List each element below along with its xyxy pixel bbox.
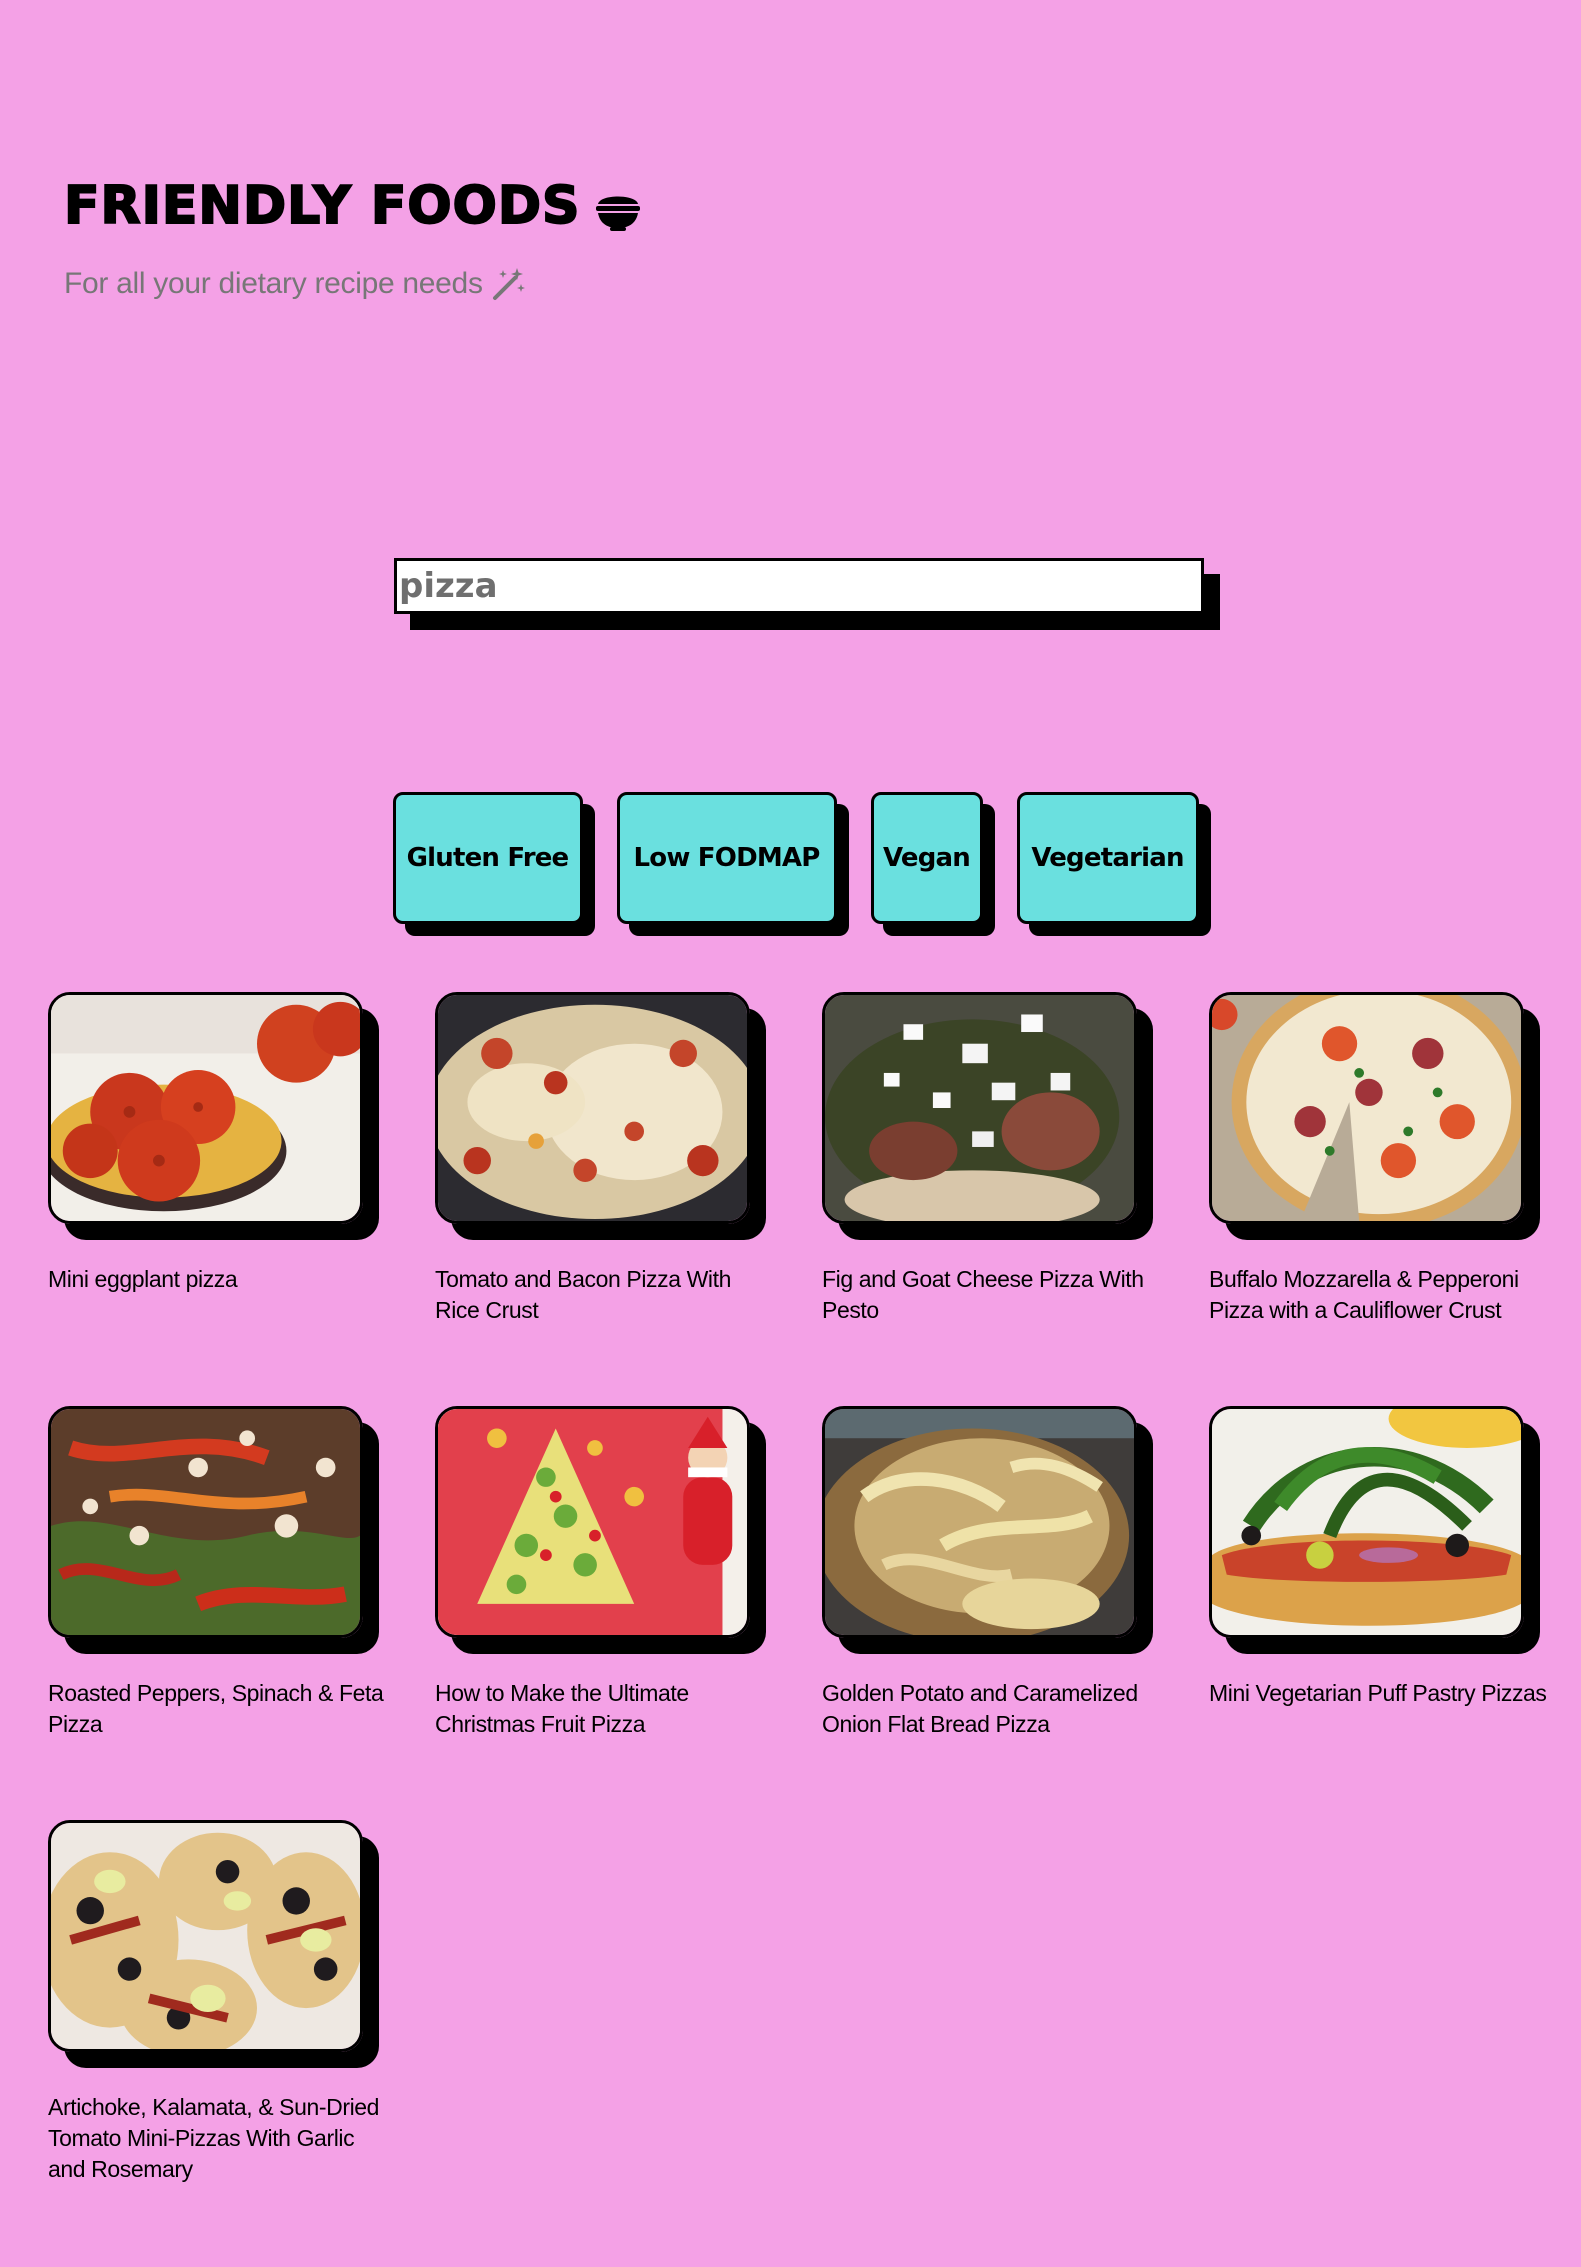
recipe-card[interactable]: Tomato and Bacon Pizza With Rice Crust <box>435 992 750 1406</box>
magic-wand-icon <box>491 266 527 302</box>
subtitle-text: For all your dietary recipe needs <box>64 267 483 300</box>
recipe-image[interactable] <box>48 1820 363 2052</box>
page-subtitle: For all your dietary recipe needs <box>64 266 642 302</box>
recipe-title[interactable]: Fig and Goat Cheese Pizza With Pesto <box>822 1264 1162 1326</box>
recipe-title[interactable]: Roasted Peppers, Spinach & Feta Pizza <box>48 1678 388 1740</box>
recipe-image[interactable] <box>1209 992 1524 1224</box>
recipe-image[interactable] <box>1209 1406 1524 1638</box>
recipe-title[interactable]: Tomato and Bacon Pizza With Rice Crust <box>435 1264 775 1326</box>
header: FRIENDLY FOODS For all your dietary reci… <box>63 175 642 302</box>
recipe-image[interactable] <box>822 992 1137 1224</box>
recipe-card[interactable]: How to Make the Ultimate Christmas Fruit… <box>435 1406 750 1820</box>
recipe-image[interactable] <box>48 1406 363 1638</box>
bowl-icon <box>594 185 642 231</box>
filter-low-fodmap-button[interactable]: Low FODMAP <box>616 792 837 924</box>
recipe-title[interactable]: Artichoke, Kalamata, & Sun-Dried Tomato … <box>48 2092 388 2185</box>
recipe-image[interactable] <box>48 992 363 1224</box>
page-title: FRIENDLY FOODS <box>63 175 642 237</box>
recipe-image[interactable] <box>435 1406 750 1638</box>
filter-vegetarian-button[interactable]: Vegetarian <box>1016 792 1199 924</box>
recipe-title[interactable]: Buffalo Mozzarella & Pepperoni Pizza wit… <box>1209 1264 1549 1326</box>
search-input[interactable] <box>394 558 1204 614</box>
recipe-image[interactable] <box>822 1406 1137 1638</box>
recipe-card[interactable]: Artichoke, Kalamata, & Sun-Dried Tomato … <box>48 1820 379 2234</box>
recipe-image[interactable] <box>435 992 750 1224</box>
recipe-card[interactable]: Buffalo Mozzarella & Pepperoni Pizza wit… <box>1209 992 1524 1406</box>
recipe-card[interactable]: Mini Vegetarian Puff Pastry Pizzas <box>1209 1406 1547 1820</box>
recipe-title[interactable]: Mini Vegetarian Puff Pastry Pizzas <box>1209 1678 1549 1709</box>
recipe-card[interactable]: Roasted Peppers, Spinach & Feta Pizza <box>48 1406 384 1820</box>
filter-vegan-button[interactable]: Vegan <box>870 792 983 924</box>
page-title-text: FRIENDLY FOODS <box>63 175 581 237</box>
filter-gluten-free-button[interactable]: Gluten Free <box>392 792 583 924</box>
recipe-card[interactable]: Mini eggplant pizza <box>48 992 363 1406</box>
recipe-grid: Mini eggplant pizza Tomato and Bacon Piz… <box>48 992 1568 2234</box>
recipe-title[interactable]: How to Make the Ultimate Christmas Fruit… <box>435 1678 775 1740</box>
diet-filter-bar: Gluten Free Low FODMAP Vegan Vegetarian <box>0 792 1581 924</box>
recipe-title[interactable]: Mini eggplant pizza <box>48 1264 388 1295</box>
recipe-card[interactable]: Fig and Goat Cheese Pizza With Pesto <box>822 992 1144 1406</box>
recipe-title[interactable]: Golden Potato and Caramelized Onion Flat… <box>822 1678 1162 1740</box>
search-container <box>394 558 1220 630</box>
recipe-card[interactable]: Golden Potato and Caramelized Onion Flat… <box>822 1406 1138 1820</box>
